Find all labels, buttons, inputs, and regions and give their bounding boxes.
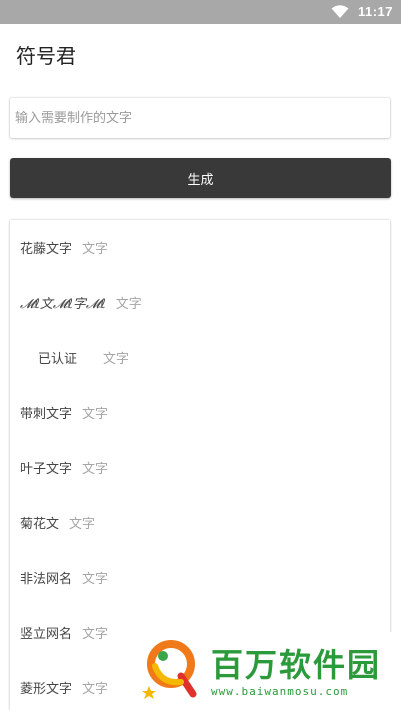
style-name: 已认证 bbox=[38, 352, 78, 367]
watermark-brand: 百万软件园 bbox=[211, 646, 382, 684]
list-item-daici[interactable]: 带刺文字 文字 bbox=[10, 385, 390, 440]
style-sample: 文字 bbox=[82, 682, 109, 697]
list-item-yezi[interactable]: 叶子文字 文字 bbox=[10, 440, 390, 495]
style-sample: 文字 bbox=[103, 352, 130, 367]
generate-button[interactable]: 生成 bbox=[10, 158, 391, 198]
list-item-feifa[interactable]: 非法网名 文字 bbox=[10, 550, 390, 605]
baiwan-logo-icon bbox=[142, 640, 197, 699]
style-name: 竖立网名 bbox=[20, 627, 73, 642]
style-name: 花藤文字 bbox=[20, 242, 73, 257]
style-name: 带刺文字 bbox=[20, 407, 73, 422]
style-name: 菊花文 bbox=[20, 517, 60, 532]
style-sample: 文字 bbox=[115, 297, 142, 312]
status-time: 11:17 bbox=[357, 4, 393, 19]
watermark-url: www.baiwanmosu.com bbox=[211, 685, 349, 698]
list-item-verified[interactable]: 已认证 文字 bbox=[10, 330, 390, 385]
list-item-ml[interactable]: 𝓜ℓ文𝓜ℓ字𝓜ℓ 文字 bbox=[10, 275, 390, 330]
style-name: 𝓜ℓ文𝓜ℓ字𝓜ℓ bbox=[20, 297, 106, 312]
style-sample: 文字 bbox=[82, 627, 109, 642]
style-sample: 文字 bbox=[82, 462, 109, 477]
wifi-icon bbox=[331, 5, 349, 18]
text-input-container bbox=[10, 98, 390, 138]
list-item-huateng[interactable]: 花藤文字 文字 bbox=[10, 220, 390, 275]
style-sample: 文字 bbox=[82, 572, 109, 587]
style-sample: 文字 bbox=[82, 242, 109, 257]
style-name: 菱形文字 bbox=[20, 682, 73, 697]
style-name: 非法网名 bbox=[20, 572, 73, 587]
list-item-juhua[interactable]: 菊花文 文字 bbox=[10, 495, 390, 550]
watermark: 百万软件园 www.baiwanmosu.com bbox=[135, 632, 401, 710]
status-bar: 11:17 bbox=[0, 0, 401, 24]
style-sample: 文字 bbox=[69, 517, 96, 532]
page-title: 符号君 bbox=[16, 44, 76, 68]
text-input[interactable] bbox=[10, 98, 380, 138]
style-sample: 文字 bbox=[82, 407, 109, 422]
style-name: 叶子文字 bbox=[20, 462, 73, 477]
